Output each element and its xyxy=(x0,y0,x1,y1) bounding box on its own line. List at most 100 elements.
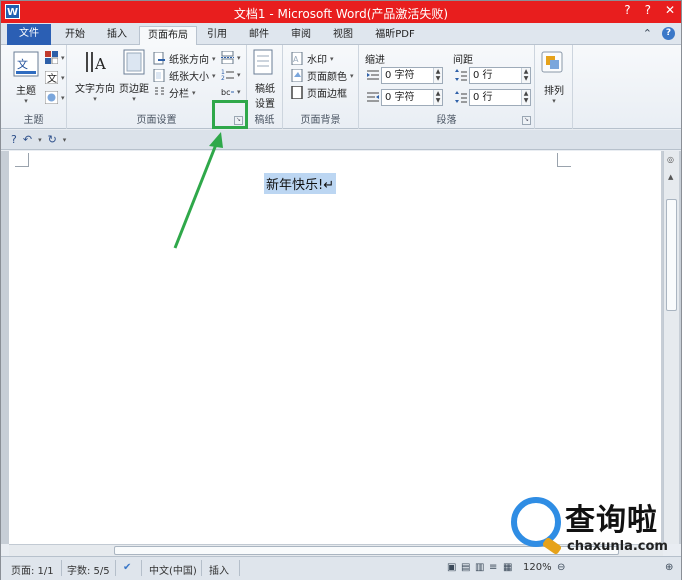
ribbon-help-controls: ⌃ ? xyxy=(643,27,675,40)
margins-icon xyxy=(123,49,145,75)
paper-size-icon xyxy=(153,69,165,82)
group-themes: 文 主题 ▾ ▾ 文 ▾ ▾ 主题 xyxy=(1,45,67,129)
orientation-button[interactable]: 纸张方向 ▾ xyxy=(153,51,216,66)
view-full-screen-icon[interactable]: ▤ xyxy=(461,562,470,573)
watermark-button[interactable]: A 水印 ▾ xyxy=(291,51,334,66)
svg-text:bc: bc xyxy=(221,88,230,97)
group-label-paragraph: 段落 xyxy=(436,115,457,126)
zoom-out-icon[interactable]: ⊖ xyxy=(557,562,565,573)
spacing-after-spinner-icon[interactable]: ▲ ▼ xyxy=(521,90,530,105)
status-zoom-level[interactable]: 120% xyxy=(523,562,552,573)
group-arrange: 排列 ▾ xyxy=(535,45,573,129)
title-bar: W 文档1 - Microsoft Word(产品激活失败) ? ? ✕ xyxy=(1,1,681,23)
page-color-button[interactable]: 页面颜色 ▾ xyxy=(291,68,354,83)
vertical-scroll-thumb[interactable] xyxy=(666,199,677,311)
spacing-before-field[interactable]: 0 行 ▲ ▼ xyxy=(469,67,531,84)
themes-button[interactable]: 文 主题 ▾ xyxy=(9,51,43,105)
theme-fonts-button[interactable]: 文 ▾ xyxy=(45,71,65,84)
document-selected-text[interactable]: 新年快乐!↵ xyxy=(264,173,337,194)
status-language[interactable]: 中文(中国) xyxy=(149,562,197,577)
scroll-up-icon[interactable]: ▲ xyxy=(668,173,673,181)
ribbon-tabs: 文件 开始 插入 页面布局 引用 邮件 审阅 视图 福昕PDF ⌃ ? xyxy=(1,23,681,46)
arrange-icon xyxy=(541,51,563,73)
arrange-label: 排列 xyxy=(544,86,564,97)
ribbon-collapse-icon[interactable]: ⌃ xyxy=(643,27,652,40)
line-numbers-button[interactable]: 12 ▾ xyxy=(221,68,241,81)
minimize-icon[interactable]: ? xyxy=(624,3,630,17)
view-print-layout-icon[interactable]: ▣ xyxy=(447,562,456,573)
tab-references[interactable]: 引用 xyxy=(199,26,235,45)
page-color-icon xyxy=(291,69,303,82)
indent-left-field[interactable]: 0 字符 ▲ ▼ xyxy=(381,67,443,84)
page-borders-button[interactable]: 页面边框 xyxy=(291,85,347,100)
line-numbers-icon: 12 xyxy=(221,69,234,81)
theme-effects-icon xyxy=(45,91,58,104)
vertical-scrollbar[interactable]: ◎ ▲ xyxy=(663,151,679,544)
svg-text:2: 2 xyxy=(221,75,225,81)
indent-right-field[interactable]: 0 字符 ▲ ▼ xyxy=(381,89,443,106)
draft-paper-icon xyxy=(253,49,273,75)
document-page[interactable]: 新年快乐!↵ xyxy=(9,151,661,544)
word-window: W 文档1 - Microsoft Word(产品激活失败) ? ? ✕ 文件 … xyxy=(0,0,682,580)
columns-button[interactable]: 分栏 ▾ xyxy=(153,85,196,100)
customize-qat-icon[interactable]: ▾ xyxy=(63,136,67,144)
zoom-in-icon[interactable]: ⊕ xyxy=(665,562,673,573)
text-direction-button[interactable]: A 文字方向 ▾ xyxy=(75,49,115,103)
tab-view[interactable]: 视图 xyxy=(325,26,361,45)
indent-left-icon xyxy=(367,70,379,80)
proofing-icon[interactable]: ✔ xyxy=(123,562,131,573)
breaks-button[interactable]: ▾ xyxy=(221,51,241,64)
tab-home[interactable]: 开始 xyxy=(55,26,95,45)
undo-icon[interactable]: ↶ xyxy=(23,133,32,146)
status-page[interactable]: 页面: 1/1 xyxy=(11,562,54,577)
maximize-icon[interactable]: ? xyxy=(645,3,651,17)
watermark-cn: 查询啦 xyxy=(565,503,658,538)
tab-mailings[interactable]: 邮件 xyxy=(241,26,277,45)
arrange-button[interactable]: 排列 ▾ xyxy=(539,51,569,105)
page-borders-icon xyxy=(291,86,303,99)
status-insert-mode[interactable]: 插入 xyxy=(209,562,229,577)
draft-settings-button[interactable]: 稿纸 设置 xyxy=(251,49,279,110)
margins-button[interactable]: 页边距 ▾ xyxy=(119,49,149,103)
window-title: 文档1 - Microsoft Word(产品激活失败) xyxy=(233,7,449,21)
columns-icon xyxy=(155,87,164,95)
watermark-icon: A xyxy=(291,52,303,65)
themes-caret-icon: ▾ xyxy=(24,97,28,105)
document-area: 新年快乐!↵ ◎ ▲ xyxy=(1,151,681,544)
theme-colors-button[interactable]: ▾ xyxy=(45,51,65,64)
view-web-layout-icon[interactable]: ▥ xyxy=(475,562,484,573)
margins-label: 页边距 xyxy=(119,84,149,95)
margin-corner-mark xyxy=(557,153,571,167)
text-direction-label: 文字方向 xyxy=(75,84,115,95)
ribbon: 文 主题 ▾ ▾ 文 ▾ ▾ 主题 A 文字方向 ▾ 页边距 ▾ 纸张方向 ▾ … xyxy=(1,45,681,129)
close-icon[interactable]: ✕ xyxy=(665,3,675,17)
view-outline-icon[interactable]: ≡ xyxy=(489,562,497,573)
redo-icon[interactable]: ↻ xyxy=(48,133,57,146)
theme-effects-button[interactable]: ▾ xyxy=(45,91,65,104)
svg-text:文: 文 xyxy=(17,57,28,71)
undo-dropdown-icon[interactable]: ▾ xyxy=(38,136,42,144)
save-icon[interactable]: ? xyxy=(11,133,17,146)
tab-foxit-pdf[interactable]: 福昕PDF xyxy=(367,26,423,45)
tab-insert[interactable]: 插入 xyxy=(97,26,137,45)
spacing-before-spinner-icon[interactable]: ▲ ▼ xyxy=(521,68,530,83)
group-paragraph: 缩进 间距 0 字符 ▲▼ 0 字符 ▲▼ 0 行 ▲▼ 0 行 ▲▼ xyxy=(359,45,535,129)
tab-page-layout[interactable]: 页面布局 xyxy=(139,26,197,46)
paragraph-dialog-launcher-icon[interactable]: ↘ xyxy=(522,116,531,125)
breaks-icon xyxy=(221,51,234,64)
view-draft-icon[interactable]: ▦ xyxy=(503,562,512,573)
tab-review[interactable]: 审阅 xyxy=(283,26,319,45)
orientation-icon xyxy=(153,52,165,65)
svg-text:A: A xyxy=(293,55,299,64)
spacing-heading: 间距 xyxy=(453,55,473,66)
svg-text:文: 文 xyxy=(47,72,57,84)
indent-right-spinner-icon[interactable]: ▲ ▼ xyxy=(433,90,442,105)
spacing-after-field[interactable]: 0 行 ▲ ▼ xyxy=(469,89,531,106)
tab-file[interactable]: 文件 xyxy=(7,24,51,45)
size-button[interactable]: 纸张大小 ▾ xyxy=(153,68,216,83)
hyphenation-button[interactable]: bc ▾ xyxy=(221,85,241,98)
indent-left-spinner-icon[interactable]: ▲ ▼ xyxy=(433,68,442,83)
help-icon[interactable]: ? xyxy=(662,27,675,40)
status-word-count[interactable]: 字数: 5/5 xyxy=(67,562,110,577)
ruler-toggle-icon[interactable]: ◎ xyxy=(667,155,674,164)
